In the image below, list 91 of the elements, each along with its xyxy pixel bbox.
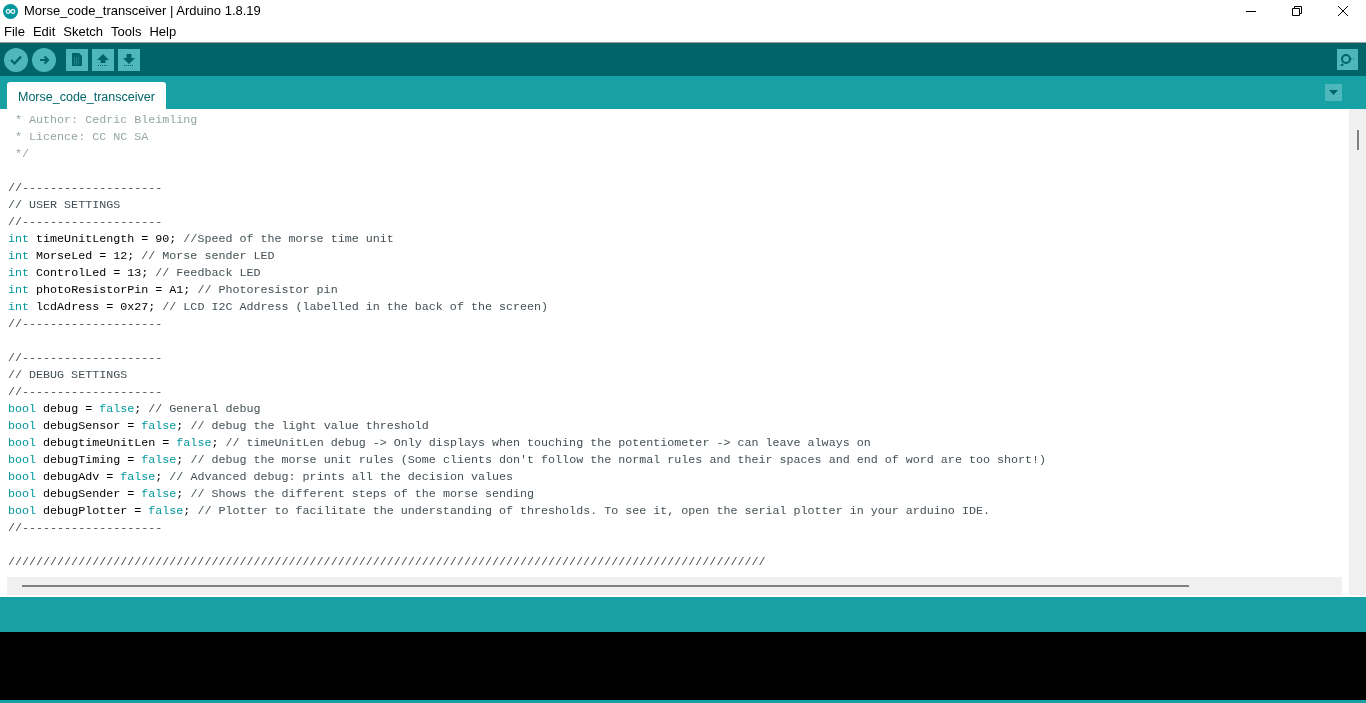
code-comment: * Licence: CC NC SA (14, 130, 149, 144)
code-comment: //-------------------- (8, 215, 163, 229)
code-keyword: false (141, 487, 177, 501)
window-title: Morse_code_transceiver | Arduino 1.8.19 (24, 2, 261, 21)
horizontal-scrollbar[interactable] (7, 577, 1342, 595)
code-comment: // DEBUG SETTINGS (8, 368, 128, 382)
code-text: timeUnitLength = 90; (35, 232, 178, 246)
code-keyword: bool (8, 470, 37, 484)
document-icon (72, 53, 82, 66)
code-text: lcdAdress = 0x27; (35, 300, 157, 314)
code-text: ; (176, 453, 185, 467)
code-keyword: false (141, 419, 177, 433)
open-button[interactable] (92, 48, 114, 71)
close-icon (1338, 6, 1348, 16)
arrow-down-icon (123, 53, 135, 66)
code-text: debugtimeUnitLen = (42, 436, 171, 450)
code-comment: //-------------------- (8, 351, 163, 365)
code-text: ; (176, 487, 185, 501)
restore-icon (1292, 6, 1302, 16)
code-text: debug = (42, 402, 94, 416)
tab-menu-button[interactable] (1325, 84, 1342, 101)
code-text: ; (211, 436, 220, 450)
code-comment: // debug the light value threshold (190, 419, 429, 433)
code-comment: //-------------------- (8, 385, 163, 399)
code-keyword: bool (8, 487, 37, 501)
code-comment: // Shows the different steps of the morse sending (190, 487, 535, 501)
code-comment: // timeUnitLen debug -> Only displays when touching the potentiometer -> can leave always on (225, 436, 871, 450)
code-keyword: bool (8, 504, 37, 518)
code-text: debugTiming = (42, 453, 136, 467)
code-text: ; (183, 504, 192, 518)
code-comment: // debug the morse unit rules (Some clients don't follow the normal rules and their spaces and end of word are too short!) (190, 453, 1047, 467)
code-keyword: int (8, 249, 30, 263)
code-keyword: false (148, 504, 184, 518)
code-keyword: bool (8, 436, 37, 450)
code-keyword: false (141, 453, 177, 467)
code-keyword: int (8, 300, 30, 314)
magnifier-icon (1340, 53, 1355, 66)
code-text: debugSender = (42, 487, 136, 501)
code-comment: * Author: Cedric Bleimling (14, 113, 198, 127)
code-text: ; (176, 419, 185, 433)
verify-button[interactable] (4, 47, 28, 72)
code-comment: */ (14, 147, 30, 161)
code-comment: // Plotter to facilitate the understanding of thresholds. To see it, open the serial plotter in your arduino IDE. (197, 504, 990, 518)
upload-button[interactable] (32, 47, 56, 72)
code-comment: // LCD I2C Address (labelled in the back of the screen) (162, 300, 549, 314)
menu-item[interactable]: Help (145, 23, 181, 41)
code-comment: // General debug (148, 402, 261, 416)
vertical-scrollbar[interactable] (1349, 109, 1366, 595)
minimize-icon (1246, 10, 1256, 12)
save-button[interactable] (118, 48, 140, 71)
code-keyword: bool (8, 419, 37, 433)
code-keyword: bool (8, 453, 37, 467)
code-keyword: false (120, 470, 156, 484)
scrollbar-thumb[interactable] (1356, 130, 1359, 150)
arrow-up-icon (97, 53, 109, 66)
code-comment: // Photoresistor pin (197, 283, 338, 297)
serial-monitor-button[interactable] (1337, 49, 1358, 70)
code-comment: //-------------------- (8, 521, 163, 535)
checkmark-icon (10, 54, 22, 65)
code-text: ; (134, 402, 143, 416)
menu-item[interactable]: Sketch (59, 23, 108, 41)
code-comment: // Advanced debug: prints all the decision values (169, 470, 513, 484)
code-text: ; (155, 470, 164, 484)
menu-item[interactable]: File (0, 23, 29, 41)
code-comment: //-------------------- (8, 317, 163, 331)
code-keyword: int (8, 266, 30, 280)
code-text: debugSensor = (42, 419, 136, 433)
code-comment: // Morse sender LED (141, 249, 275, 263)
code-text: photoResistorPin = A1; (35, 283, 192, 297)
code-keyword: false (99, 402, 135, 416)
file-tab[interactable]: Morse_code_transceiver (7, 82, 166, 109)
new-button[interactable] (66, 48, 88, 71)
code-keyword: false (176, 436, 212, 450)
caret-icon (1329, 90, 1338, 95)
menu-item[interactable]: Edit (28, 23, 60, 41)
code-comment: // USER SETTINGS (8, 198, 121, 212)
code-text: debugAdv = (42, 470, 115, 484)
code-comment: // Feedback LED (155, 266, 261, 280)
code-text: debugPlotter = (42, 504, 143, 518)
menu-item[interactable]: Tools (107, 23, 146, 41)
app-logo-icon (3, 3, 18, 19)
code-text: ControlLed = 13; (35, 266, 150, 280)
code-keyword: int (8, 232, 30, 246)
code-keyword: bool (8, 402, 37, 416)
code-comment: //Speed of the morse time unit (183, 232, 394, 246)
code-comment: //-------------------- (8, 181, 163, 195)
scrollbar-thumb[interactable] (22, 585, 1189, 587)
code-comment: //////////////////////////////////////////////////////////////////////////////////////////////////////////// (8, 555, 766, 569)
code-keyword: int (8, 283, 30, 297)
code-text: MorseLed = 12; (35, 249, 136, 263)
arrow-right-icon (38, 54, 50, 65)
